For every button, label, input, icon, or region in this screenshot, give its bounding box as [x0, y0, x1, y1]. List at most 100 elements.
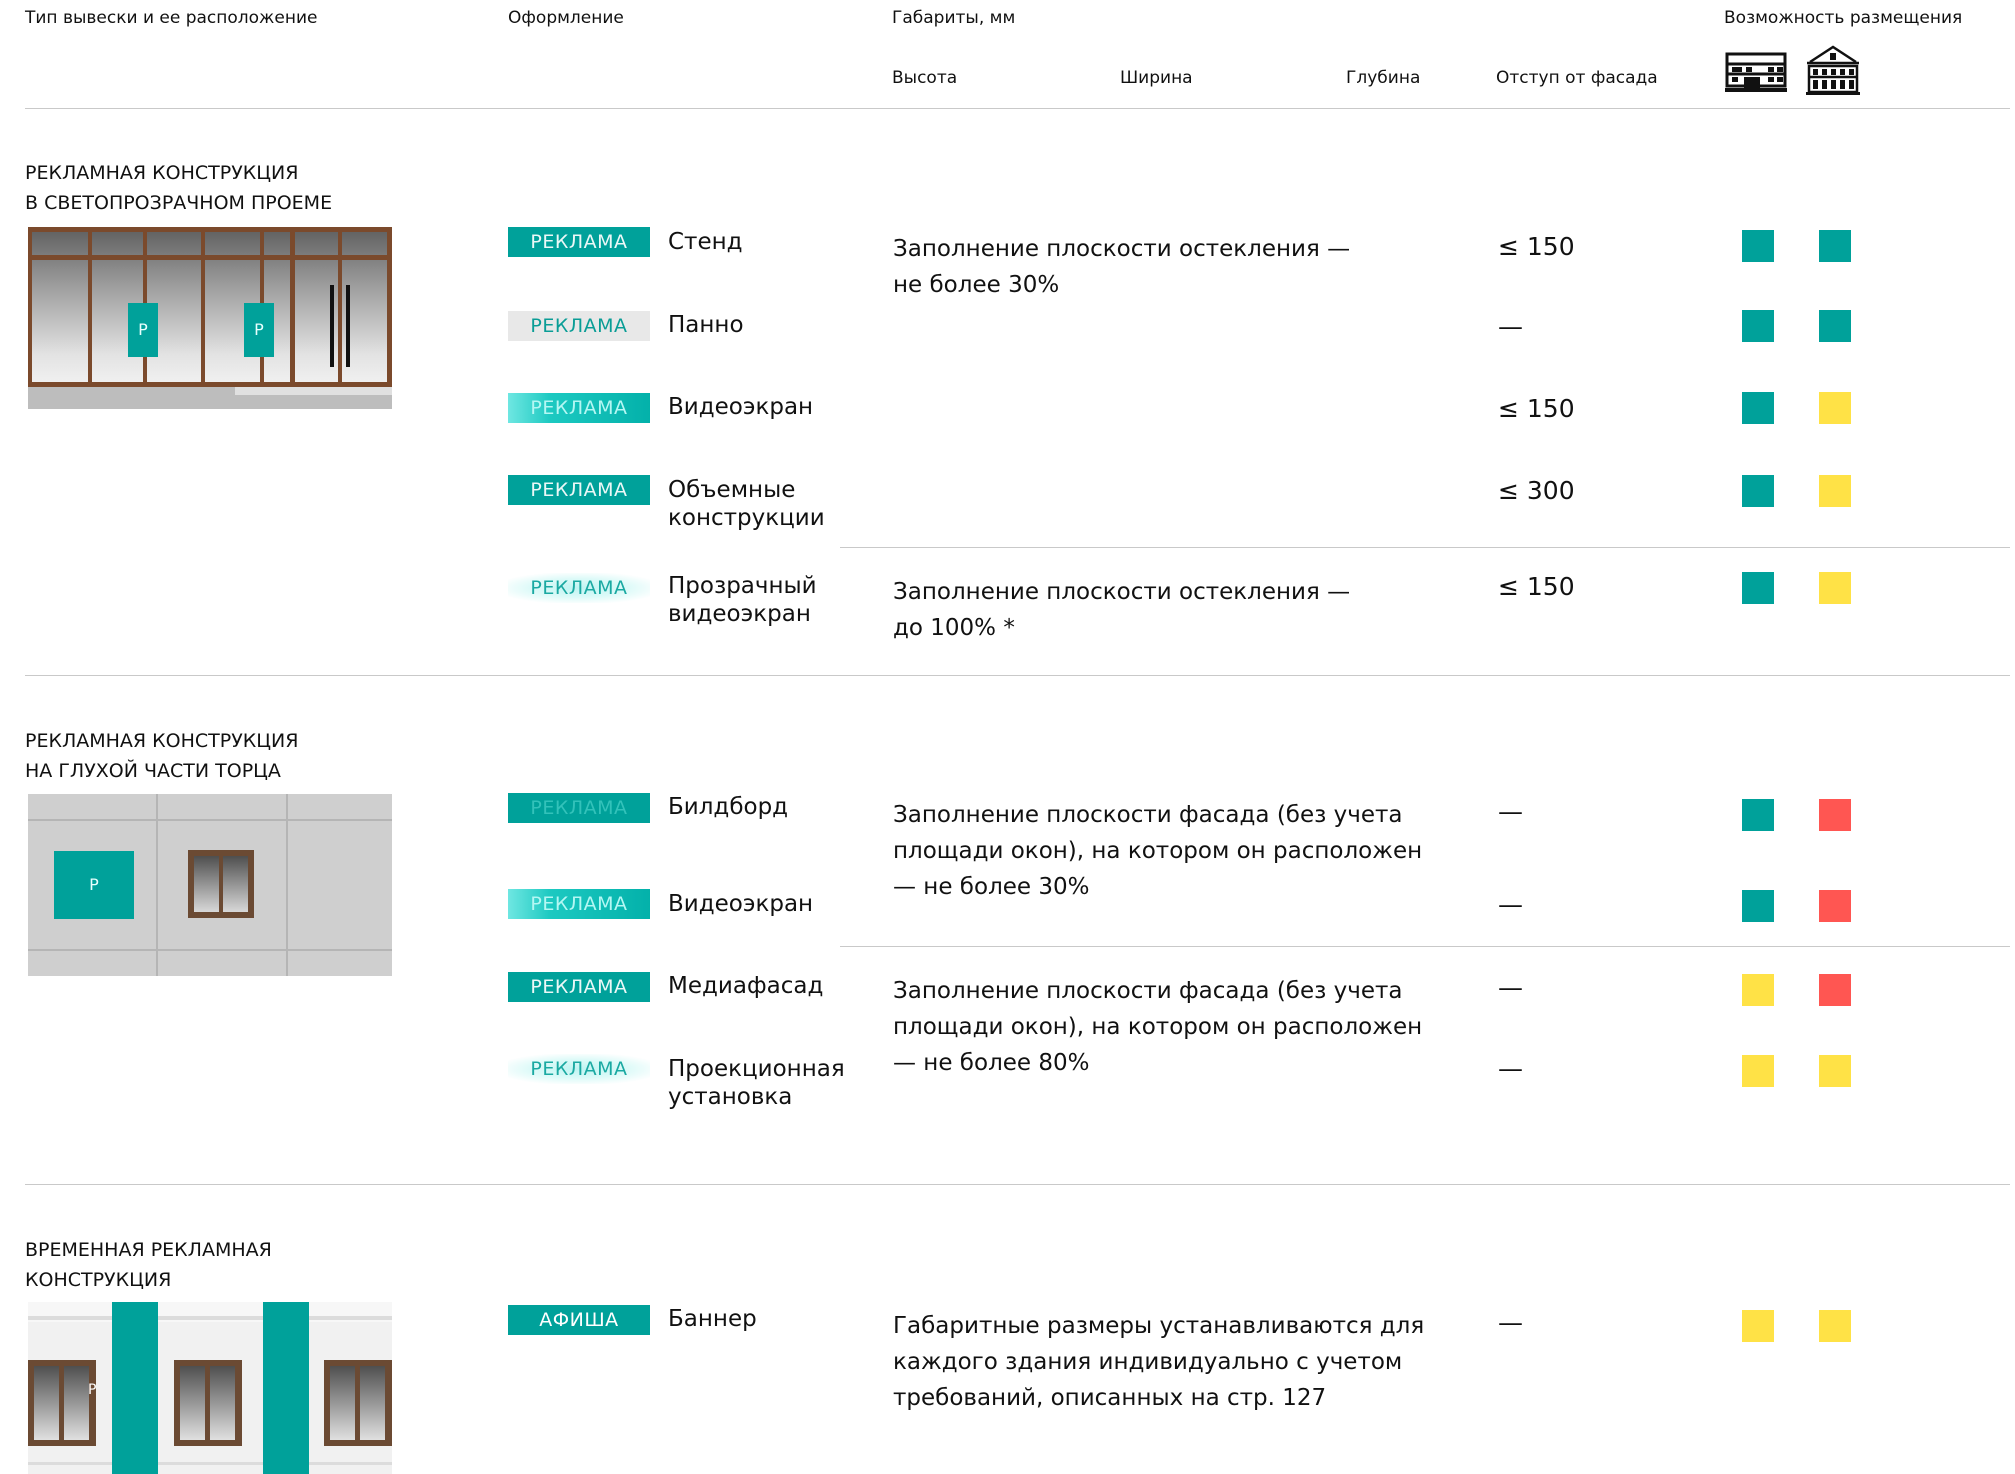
banner-sign: Р [88, 1382, 97, 1398]
fill-description: Заполнение плоскости фасада (без учета п… [893, 797, 1422, 905]
section-title-line: РЕКЛАМНАЯ КОНСТРУКЦИЯ [25, 730, 299, 752]
offset-value: — [1498, 797, 1523, 826]
type-name: Видеоэкран [668, 394, 814, 420]
offset-value: ≤ 150 [1498, 572, 1575, 601]
offset-value: ≤ 300 [1498, 476, 1575, 505]
placement-square [1819, 890, 1851, 922]
placement-square [1819, 1055, 1851, 1087]
type-name-line: установка [668, 1084, 793, 1110]
offset-value: ≤ 150 [1498, 394, 1575, 423]
type-name-line: Прозрачный [668, 573, 817, 599]
offset-value: ≤ 150 [1498, 232, 1575, 261]
header-placement-label: Возможность размещения [1724, 8, 1963, 28]
description-line: требований, описанных на стр. 127 [893, 1385, 1327, 1411]
badge-reklama: РЕКЛАМА [508, 972, 650, 1002]
section-title-line: РЕКЛАМНАЯ КОНСТРУКЦИЯ [25, 162, 299, 184]
type-name: Баннер [668, 1306, 757, 1332]
badge-reklama: РЕКЛАМА [508, 573, 650, 603]
placement-square [1742, 1055, 1774, 1087]
description-line: площади окон), на котором он расположен [893, 838, 1423, 864]
type-name: Прозрачный видеоэкран [668, 572, 817, 628]
type-name: Видеоэкран [668, 891, 814, 917]
section-title: РЕКЛАМНАЯ КОНСТРУКЦИЯ В СВЕТОПРОЗРАЧНОМ … [25, 158, 332, 218]
description-line: каждого здания индивидуально с учетом [893, 1349, 1403, 1375]
offset-value: — [1498, 1054, 1523, 1083]
type-name-line: видеоэкран [668, 601, 811, 627]
badge-reklama: РЕКЛАМА [508, 311, 650, 341]
badge-reklama: РЕКЛАМА [508, 393, 650, 423]
banner-strip [112, 1302, 158, 1474]
header-type-label: Тип вывески и ее расположение [25, 8, 318, 28]
blank-wall-image: Р [28, 794, 392, 976]
storefront-image: Р Р [28, 227, 392, 409]
header-design-label: Оформление [508, 8, 624, 28]
fill-description: Заполнение плоскости остекления — до 100… [893, 574, 1350, 646]
header-divider [25, 108, 2010, 109]
section-title-line: В СВЕТОПРОЗРАЧНОМ ПРОЕМЕ [25, 192, 333, 214]
type-name-line: Проекционная [668, 1056, 845, 1082]
section-title: ВРЕМЕННАЯ РЕКЛАМНАЯ КОНСТРУКЦИЯ [25, 1235, 272, 1295]
type-name: Билдборд [668, 794, 789, 820]
description-line: Заполнение плоскости фасада (без учета [893, 802, 1403, 828]
placement-square [1819, 475, 1851, 507]
banner-strip [263, 1302, 309, 1474]
header-height-label: Высота [892, 68, 958, 88]
historic-building-icon [1806, 45, 1860, 95]
placement-square [1819, 310, 1851, 342]
fill-description: Габаритные размеры устанавливаются для к… [893, 1308, 1424, 1416]
type-name: Стенд [668, 229, 743, 255]
description-line: Заполнение плоскости фасада (без учета [893, 978, 1403, 1004]
badge-reklama: РЕКЛАМА [508, 793, 650, 823]
section-title-line: КОНСТРУКЦИЯ [25, 1269, 172, 1291]
badge-afisha: АФИША [508, 1305, 650, 1335]
placement-square [1742, 572, 1774, 604]
placement-square [1742, 475, 1774, 507]
offset-value: — [1498, 1308, 1523, 1337]
placement-square [1819, 230, 1851, 262]
row-divider [840, 946, 2010, 947]
offset-value: — [1498, 312, 1523, 341]
section-title-line: ВРЕМЕННАЯ РЕКЛАМНАЯ [25, 1239, 272, 1261]
section-divider [25, 1184, 2010, 1185]
offset-value: — [1498, 973, 1523, 1002]
section-title: РЕКЛАМНАЯ КОНСТРУКЦИЯ НА ГЛУХОЙ ЧАСТИ ТО… [25, 726, 298, 786]
type-name: Объемные конструкции [668, 476, 825, 532]
description-line: до 100% * [893, 615, 1015, 641]
type-name: Проекционная установка [668, 1055, 845, 1111]
badge-reklama: РЕКЛАМА [508, 227, 650, 257]
offset-value: — [1498, 890, 1523, 919]
description-line: Заполнение плоскости остекления — [893, 236, 1351, 262]
placement-square [1819, 392, 1851, 424]
billboard-sign: Р [54, 851, 134, 919]
placement-square [1742, 974, 1774, 1006]
type-name: Медиафасад [668, 973, 824, 999]
header-depth-label: Глубина [1346, 68, 1421, 88]
badge-reklama: РЕКЛАМА [508, 1054, 650, 1084]
row-divider [840, 547, 2010, 548]
placement-square [1742, 799, 1774, 831]
stand-sign: Р [244, 303, 274, 357]
header-offset-label: Отступ от фасада [1496, 68, 1658, 88]
placement-square [1819, 572, 1851, 604]
placement-square [1819, 1310, 1851, 1342]
placement-square [1742, 230, 1774, 262]
type-name-line: конструкции [668, 505, 825, 531]
type-name-line: Объемные [668, 477, 796, 503]
description-line: — не более 80% [893, 1050, 1090, 1076]
description-line: Габаритные размеры устанавливаются для [893, 1313, 1425, 1339]
placement-square [1742, 310, 1774, 342]
header-dims-label: Габариты, мм [892, 8, 1016, 28]
description-line: площади окон), на котором он расположен [893, 1014, 1423, 1040]
badge-reklama: РЕКЛАМА [508, 475, 650, 505]
modern-building-icon [1725, 52, 1787, 92]
placement-square [1742, 1310, 1774, 1342]
header-width-label: Ширина [1120, 68, 1193, 88]
type-name: Панно [668, 312, 744, 338]
placement-square [1742, 890, 1774, 922]
fill-description: Заполнение плоскости фасада (без учета п… [893, 973, 1422, 1081]
fill-description: Заполнение плоскости остекления — не бол… [893, 231, 1350, 303]
stand-sign: Р [128, 303, 158, 357]
description-line: — не более 30% [893, 874, 1090, 900]
placement-square [1819, 799, 1851, 831]
description-line: не более 30% [893, 272, 1060, 298]
